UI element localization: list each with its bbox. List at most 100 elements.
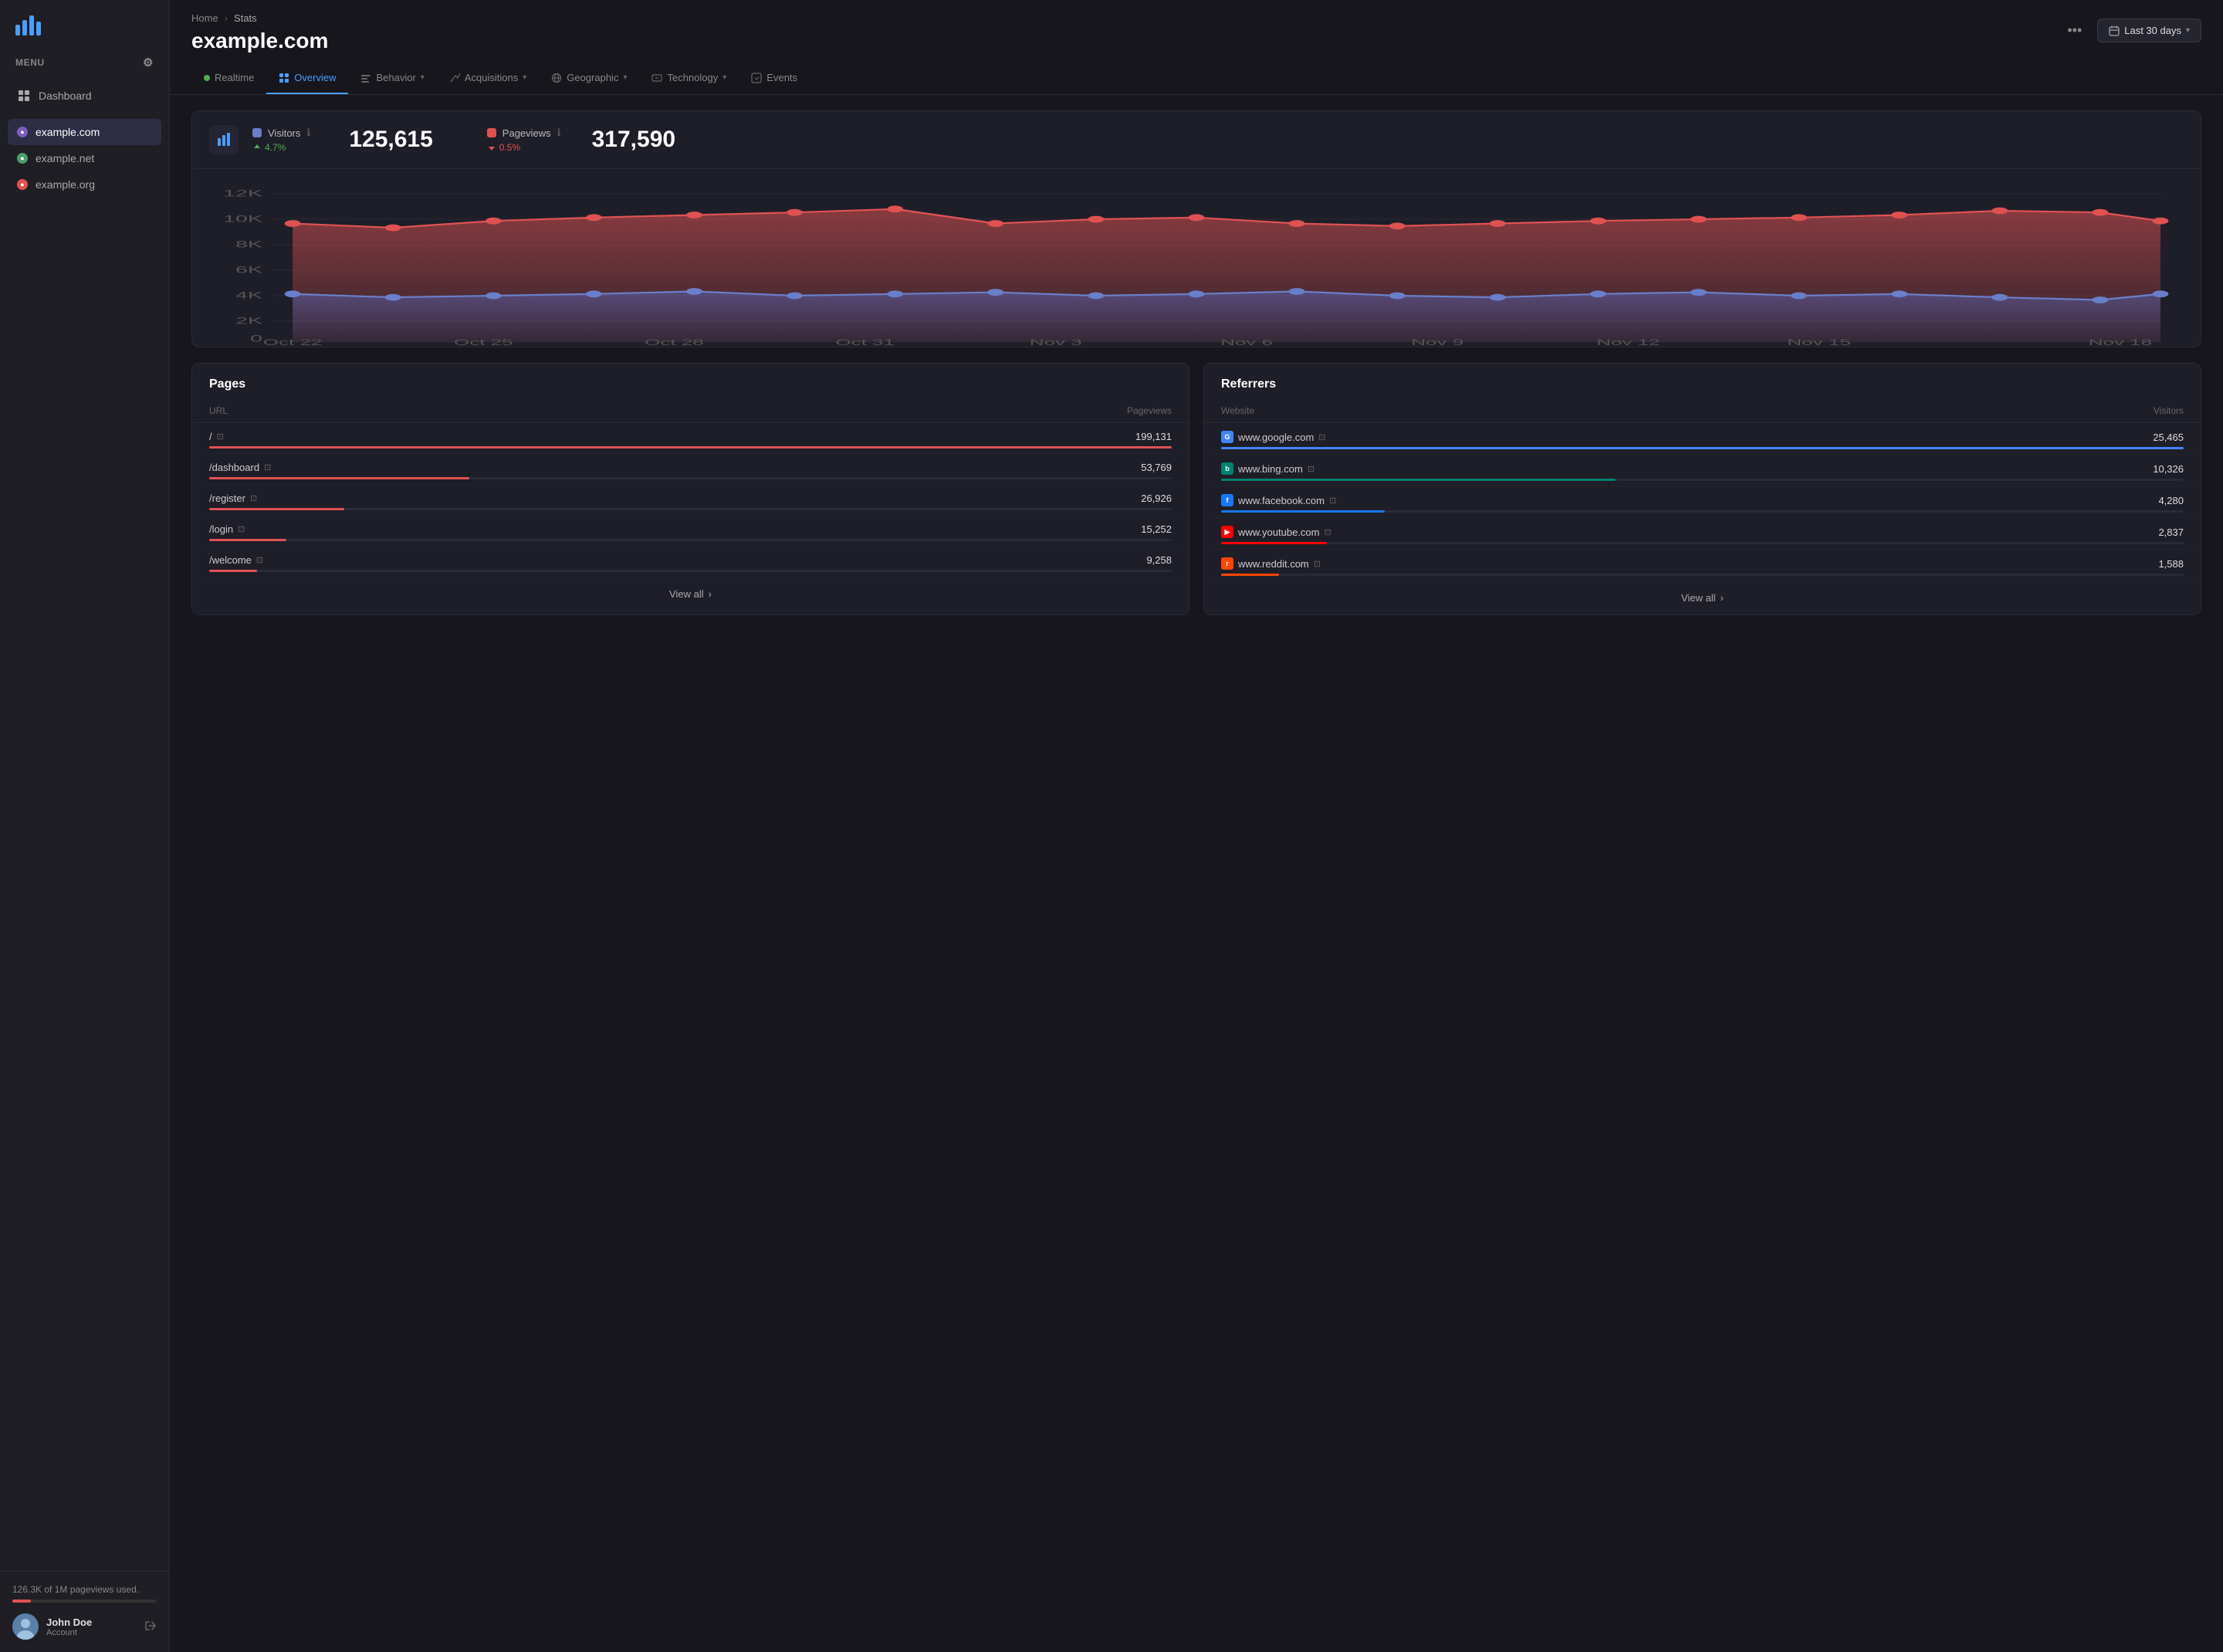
tabs-bar: Realtime Overview Behavior ▾ Acq	[170, 63, 2223, 95]
pages-col-pageviews: Pageviews	[1127, 405, 1172, 416]
referrer-visitors-0: 25,465	[2153, 432, 2184, 443]
tab-overview-label: Overview	[294, 72, 336, 83]
visitors-info-icon[interactable]: ℹ	[306, 127, 310, 139]
sidebar-item-example-com[interactable]: ● example.com	[8, 119, 161, 145]
main-content-area: Visitors ℹ 4.7% 125,615	[170, 95, 2223, 631]
svg-text:12K: 12K	[223, 188, 262, 198]
ext-icon-3: ⊡	[238, 524, 245, 534]
pages-row-3: /login ⊡ 15,252	[192, 516, 1189, 547]
svg-text:Oct 22: Oct 22	[263, 337, 323, 347]
breadcrumb: Home › Stats	[191, 12, 328, 24]
page-url-4: /welcome	[209, 554, 252, 566]
referrer-ext-3: ⊡	[1325, 527, 1331, 537]
page-bar-0	[209, 446, 1172, 449]
referrer-row-0: G www.google.com ⊡ 25,465	[1204, 423, 2201, 455]
visitors-change: 4.7%	[252, 142, 310, 153]
referrer-favicon-2: f	[1221, 494, 1233, 506]
svg-text:4K: 4K	[235, 289, 262, 300]
referrer-favicon-0: G	[1221, 431, 1233, 443]
behavior-chevron-icon: ▾	[421, 73, 425, 82]
svg-text:10K: 10K	[223, 213, 262, 224]
tab-acquisitions[interactable]: Acquisitions ▾	[437, 63, 539, 94]
more-options-button[interactable]: •••	[2061, 19, 2088, 42]
sidebar-item-dashboard[interactable]: Dashboard	[8, 82, 161, 110]
avatar	[12, 1613, 39, 1640]
visitors-color-dot	[252, 128, 262, 137]
tab-realtime[interactable]: Realtime	[191, 63, 266, 94]
tab-overview[interactable]: Overview	[266, 63, 348, 94]
visitors-big-value: 125,615	[349, 127, 432, 153]
pageviews-metric: Pageviews ℹ 0.5%	[487, 127, 561, 153]
referrer-visitors-3: 2,837	[2158, 526, 2184, 538]
behavior-icon	[360, 73, 371, 83]
tab-geographic[interactable]: Geographic ▾	[539, 63, 639, 94]
tab-technology[interactable]: Technology ▾	[639, 63, 739, 94]
pages-panel-header: Pages	[192, 364, 1189, 399]
sidebar-footer: 126.3K of 1M pageviews used. John Doe Ac…	[0, 1571, 169, 1652]
pageviews-color-dot	[487, 128, 496, 137]
realtime-dot-icon	[204, 75, 210, 81]
pageviews-info-icon[interactable]: ℹ	[557, 127, 561, 139]
pages-view-all[interactable]: View all ›	[192, 577, 1189, 611]
referrers-panel: Referrers Website Visitors G www.google.…	[1203, 363, 2201, 615]
svg-text:2K: 2K	[235, 315, 262, 326]
referrer-visitors-1: 10,326	[2153, 463, 2184, 475]
visitors-change-value: 4.7%	[265, 142, 286, 153]
breadcrumb-separator: ›	[225, 12, 228, 24]
page-bar-3	[209, 539, 286, 541]
svg-text:Oct 31: Oct 31	[835, 337, 895, 347]
referrer-row-1: b www.bing.com ⊡ 10,326	[1204, 455, 2201, 486]
pageviews-big-value: 317,590	[592, 127, 675, 153]
tab-events[interactable]: Events	[739, 63, 810, 94]
site-label-example-net: example.net	[36, 152, 94, 164]
referrer-site-1: www.bing.com	[1238, 463, 1303, 475]
page-bar-4	[209, 570, 257, 572]
page-title: example.com	[191, 29, 328, 53]
tab-technology-label: Technology	[667, 72, 718, 83]
page-views-4: 9,258	[1146, 554, 1172, 566]
geographic-icon	[551, 73, 562, 83]
acquisitions-chevron-icon: ▾	[523, 73, 526, 82]
referrer-ext-2: ⊡	[1329, 496, 1336, 506]
page-views-3: 15,252	[1141, 523, 1172, 535]
geographic-chevron-icon: ▾	[623, 73, 627, 82]
svg-text:Nov 18: Nov 18	[2089, 337, 2152, 347]
visitors-metric: Visitors ℹ 4.7%	[252, 127, 310, 153]
pages-col-url: URL	[209, 405, 228, 416]
topbar-right: ••• Last 30 days ▾	[2061, 12, 2201, 42]
svg-text:Nov 9: Nov 9	[1411, 337, 1463, 347]
tab-behavior-label: Behavior	[376, 72, 415, 83]
page-bar-1	[209, 477, 469, 479]
page-url-3: /login	[209, 523, 233, 535]
visitors-up-icon	[252, 143, 262, 152]
svg-text:Nov 6: Nov 6	[1220, 337, 1273, 347]
pageviews-change: 0.5%	[487, 142, 561, 153]
page-views-0: 199,131	[1135, 431, 1172, 442]
referrer-favicon-1: b	[1221, 462, 1233, 475]
user-row: John Doe Account	[12, 1613, 157, 1640]
breadcrumb-home[interactable]: Home	[191, 12, 218, 24]
chart-bar-icon	[216, 132, 232, 147]
pageviews-change-value: 0.5%	[499, 142, 520, 153]
site-dot-example-org: ●	[17, 179, 28, 190]
pages-view-all-arrow: ›	[709, 588, 712, 600]
referrers-view-all[interactable]: View all ›	[1204, 581, 2201, 614]
usage-text: 126.3K of 1M pageviews used.	[12, 1584, 157, 1595]
referrer-site-0: www.google.com	[1238, 432, 1314, 443]
referrer-bar-4	[1221, 574, 1279, 576]
tab-geographic-label: Geographic	[567, 72, 618, 83]
tab-behavior[interactable]: Behavior ▾	[348, 63, 436, 94]
date-range-button[interactable]: Last 30 days ▾	[2097, 19, 2201, 42]
user-role: Account	[46, 1628, 137, 1637]
user-info: John Doe Account	[46, 1616, 137, 1637]
referrer-row-2: f www.facebook.com ⊡ 4,280	[1204, 486, 2201, 518]
logout-icon[interactable]	[144, 1620, 157, 1634]
referrer-ext-1: ⊡	[1308, 464, 1315, 474]
ext-icon-0: ⊡	[217, 432, 224, 442]
settings-icon[interactable]: ⚙	[143, 56, 154, 69]
overview-chart-card: Visitors ℹ 4.7% 125,615	[191, 110, 2201, 347]
referrer-site-3: www.youtube.com	[1238, 526, 1320, 538]
svg-text:6K: 6K	[235, 264, 262, 275]
sidebar-item-example-net[interactable]: ● example.net	[8, 145, 161, 171]
sidebar-item-example-org[interactable]: ● example.org	[8, 171, 161, 198]
